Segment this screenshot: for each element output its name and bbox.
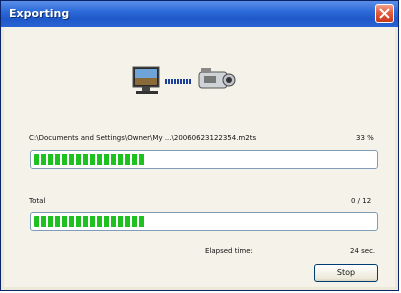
file-path-label: C:\Documents and Settings\Owner\My ...\2…: [29, 134, 257, 142]
export-dialog: Exporting C:\Documents and Settings\Owne…: [0, 0, 399, 291]
export-illustration: [132, 66, 236, 94]
total-label: Total: [29, 197, 46, 205]
dialog-body: C:\Documents and Settings\Owner\My ...\2…: [4, 27, 395, 287]
close-button[interactable]: [375, 4, 394, 23]
transfer-dots-icon: [165, 79, 191, 84]
file-percent: 33 %: [356, 134, 374, 142]
total-progress-fill: [34, 216, 146, 227]
stop-button[interactable]: Stop: [314, 264, 378, 282]
window-title: Exporting: [9, 7, 70, 20]
close-icon: [379, 8, 390, 19]
elapsed-value: 24 sec.: [350, 247, 376, 255]
computer-icon: [132, 66, 160, 94]
total-progress-bar: [30, 212, 378, 231]
camcorder-icon: [198, 68, 236, 89]
file-progress-fill: [34, 154, 146, 165]
file-progress-bar: [30, 150, 378, 169]
total-count: 0 / 12: [351, 197, 372, 205]
title-bar[interactable]: Exporting: [1, 1, 398, 27]
elapsed-label: Elapsed time:: [205, 247, 253, 255]
